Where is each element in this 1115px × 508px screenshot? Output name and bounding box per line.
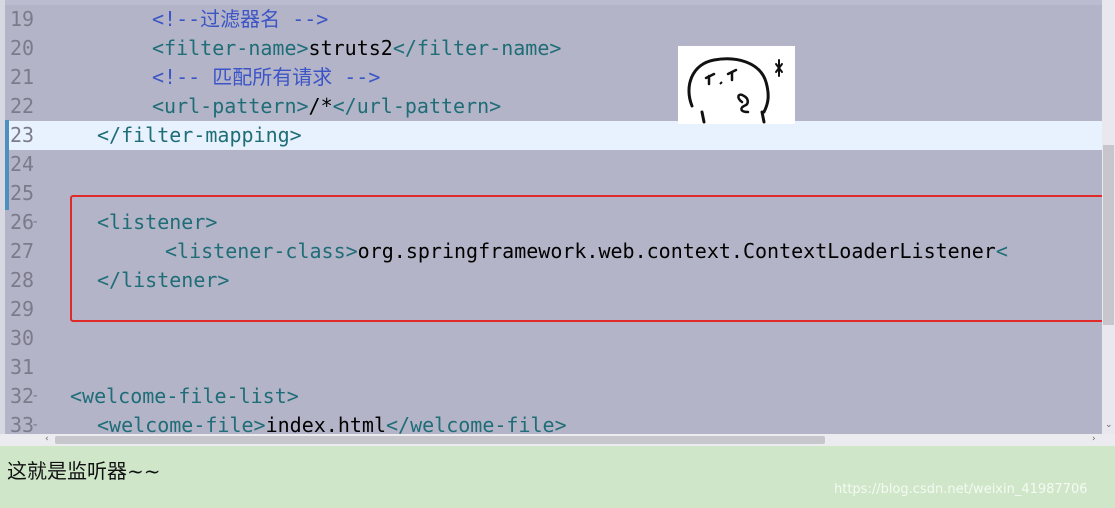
code-line[interactable]: 31 — [0, 353, 1102, 382]
code-text: <filter-name>struts2</filter-name> — [152, 34, 561, 63]
line-number: 27 — [10, 239, 35, 263]
change-marker-bar — [5, 120, 9, 210]
line-number: 19 — [10, 7, 35, 31]
line-number: 24 — [10, 152, 35, 176]
code-line[interactable]: 30 — [0, 324, 1102, 353]
code-tag: <welcome-file-list> — [70, 384, 299, 408]
code-tag: </filter-mapping> — [97, 123, 302, 147]
fold-toggle-icon[interactable]: - — [31, 208, 39, 237]
code-line[interactable]: 24 — [0, 150, 1102, 179]
code-text: <!--过滤器名 --> — [152, 5, 328, 34]
code-text: </filter-mapping> — [97, 121, 302, 150]
code-content: /* — [308, 94, 333, 118]
line-number: 23 — [10, 123, 35, 147]
code-editor[interactable]: 19 <!--过滤器名 --> 20 <filter-name>struts2</fi… — [0, 0, 1115, 446]
code-tag: </filter-name> — [392, 36, 562, 60]
line-number: 28 — [10, 268, 35, 292]
line-number: 22 — [10, 94, 35, 118]
code-line[interactable]: 23 </filter-mapping> — [0, 121, 1102, 150]
watermark-text: https://blog.csdn.net/weixin_41987706 — [834, 482, 1088, 497]
code-tag: <url-pattern> — [152, 94, 309, 118]
code-content: struts2 — [308, 36, 393, 60]
code-comment: <!-- 匹配所有请求 --> — [152, 65, 381, 89]
code-text: <!-- 匹配所有请求 --> — [152, 63, 380, 92]
chevron-left-icon[interactable]: ‹ — [45, 434, 49, 444]
code-text: <welcome-file-list> — [70, 382, 299, 411]
chevron-down-icon[interactable]: ⌄ — [1105, 420, 1113, 430]
code-line[interactable]: 20 <filter-name>struts2</filter-name> — [0, 34, 1102, 63]
listener-highlight-box — [70, 195, 1106, 322]
code-tag: <filter-name> — [152, 36, 309, 60]
fold-toggle-icon[interactable]: - — [31, 382, 39, 411]
line-number: 25 — [10, 181, 35, 205]
caption-text: 这就是监听器~~ — [7, 459, 161, 483]
line-number: 31 — [10, 355, 35, 379]
vertical-scrollbar-thumb[interactable] — [1103, 145, 1114, 325]
code-line[interactable]: 32- <welcome-file-list> — [0, 382, 1102, 411]
editor-left-gutter — [0, 0, 5, 446]
doodle-face-sticker-icon — [687, 57, 783, 124]
code-line[interactable]: 21 <!-- 匹配所有请求 --> — [0, 63, 1102, 92]
line-number: 21 — [10, 65, 35, 89]
chevron-right-icon[interactable]: › — [1092, 434, 1096, 444]
code-text: <url-pattern>/*</url-pattern> — [152, 92, 501, 121]
code-line[interactable]: 22 <url-pattern>/*</url-pattern> — [0, 92, 1102, 121]
code-tag: </url-pattern> — [332, 94, 502, 118]
code-comment: <!--过滤器名 --> — [152, 7, 329, 31]
line-number: 30 — [10, 326, 35, 350]
code-line[interactable]: 19 <!--过滤器名 --> — [0, 5, 1102, 34]
line-number: 20 — [10, 36, 35, 60]
sticker-image — [678, 46, 795, 124]
horizontal-scrollbar-thumb[interactable] — [55, 436, 825, 444]
line-number: 29 — [10, 297, 35, 321]
